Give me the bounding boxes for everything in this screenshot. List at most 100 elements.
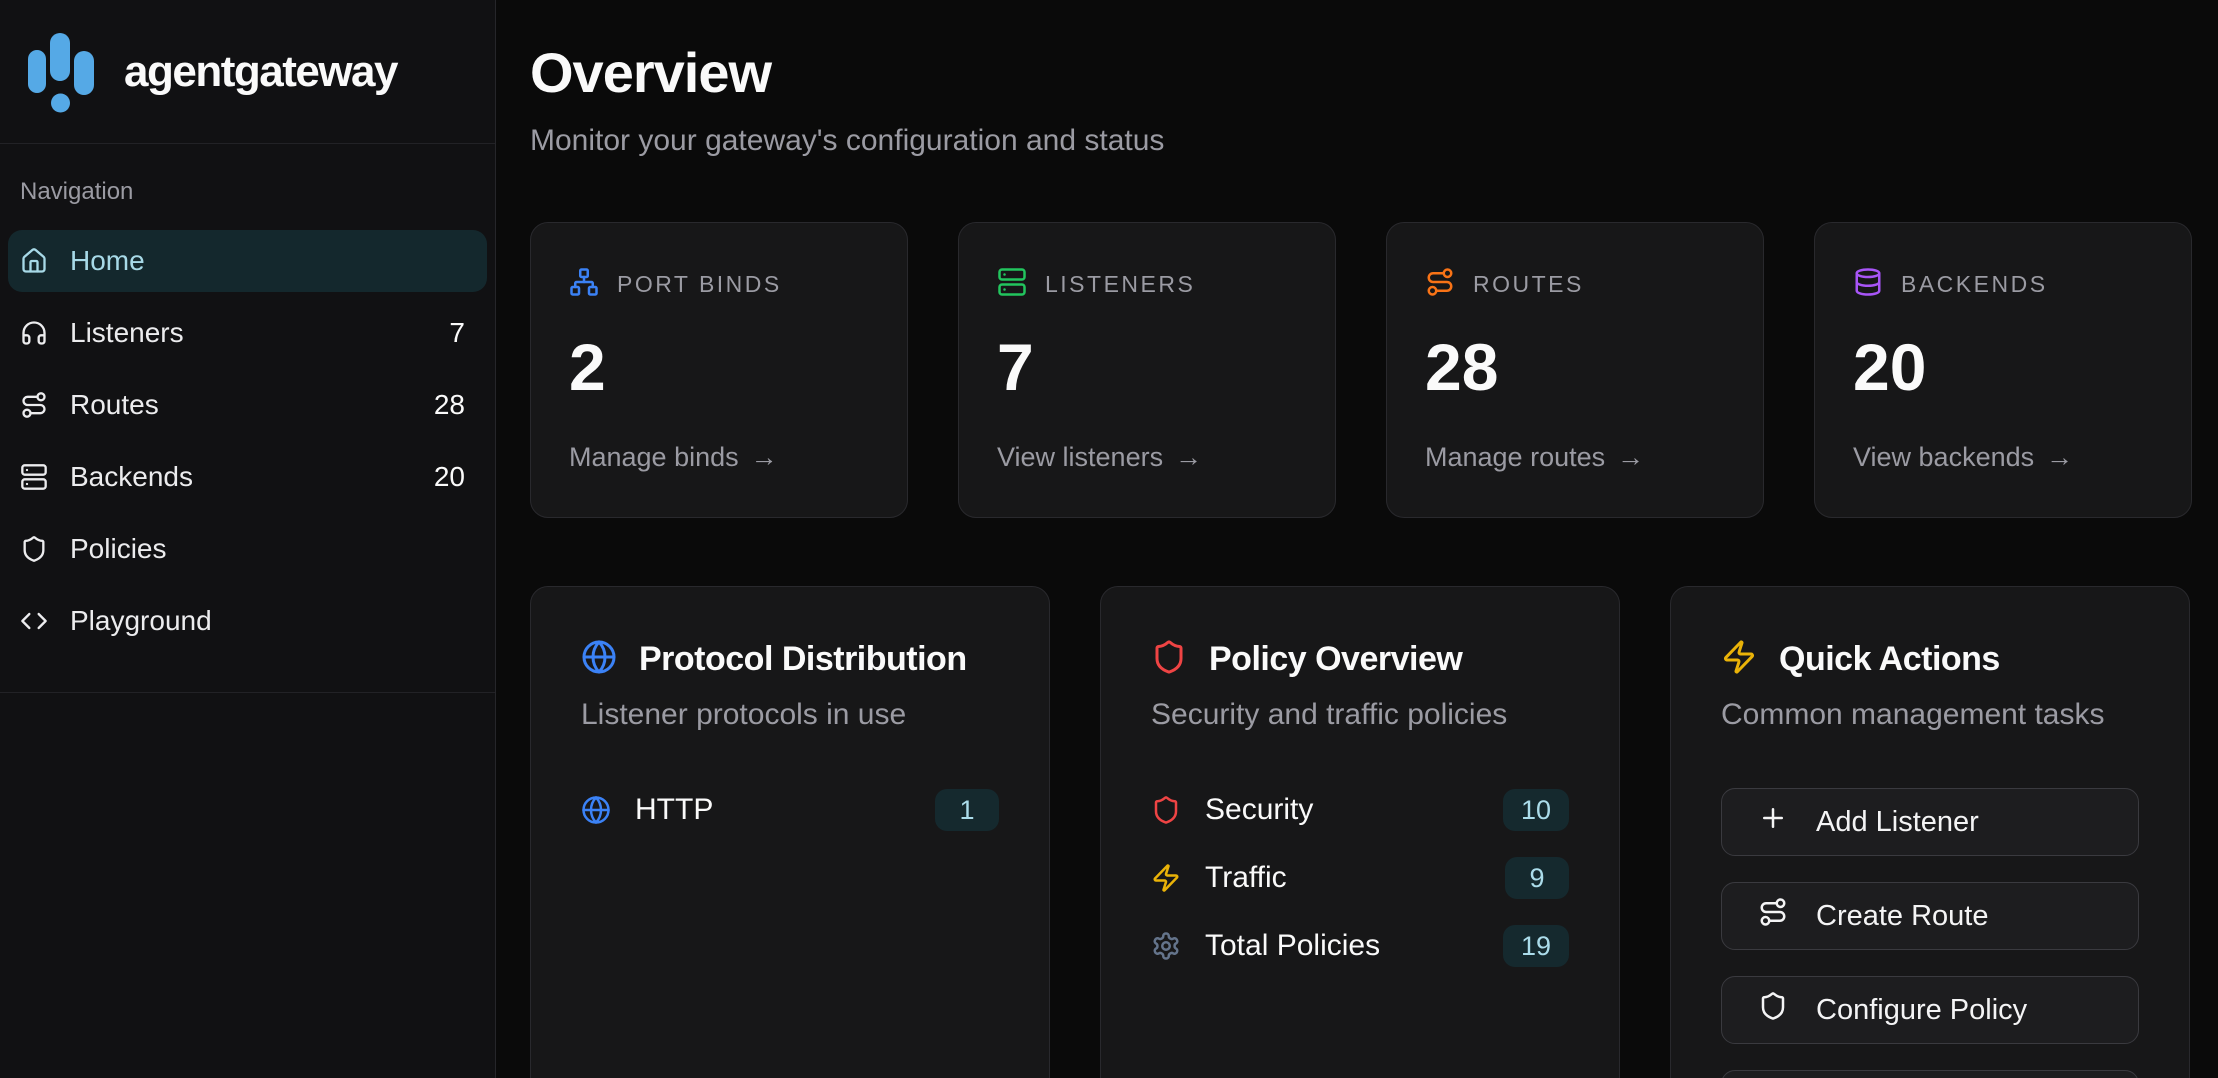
quick-action-button-partial[interactable] [1721,1070,2139,1078]
protocol-label: HTTP [635,793,713,827]
view-backends-link[interactable]: View backends → [1853,442,2153,473]
stat-card-routes: ROUTES 28 Manage routes → [1386,222,1764,518]
stat-value: 20 [1853,334,2153,400]
sidebar-nav: Navigation Home Listeners [0,144,495,693]
panel-subtitle: Listener protocols in use [581,698,999,732]
shield-icon [20,535,48,563]
shield-icon [1151,639,1187,680]
server-icon [20,463,48,491]
sidebar-item-label: Policies [70,533,166,565]
panel-header: Quick Actions [1721,639,2139,680]
main-content: Overview Monitor your gateway's configur… [496,0,2218,1078]
policy-list: Security 10 Traffic 9 [1151,788,1569,968]
sidebar-item-routes[interactable]: Routes 28 [8,374,487,436]
stat-link-label: View backends [1853,442,2034,473]
arrow-right-icon: → [751,442,778,473]
sidebar: agentgateway Navigation Home [0,0,496,1078]
manage-binds-link[interactable]: Manage binds → [569,442,869,473]
stat-card-header: ROUTES [1425,267,1725,302]
stat-link-label: View listeners [997,442,1163,473]
stat-value: 28 [1425,334,1725,400]
stat-card-header: LISTENERS [997,267,1297,302]
stat-card-listeners: LISTENERS 7 View listeners → [958,222,1336,518]
page-subtitle: Monitor your gateway's configuration and… [530,124,2218,158]
panel-title: Protocol Distribution [639,640,967,679]
network-icon [569,267,599,302]
stat-value: 7 [997,334,1297,400]
count-badge: 9 [1505,857,1569,899]
agentgateway-logo-icon [28,33,96,113]
sidebar-item-policies[interactable]: Policies [8,518,487,580]
quick-action-label: Configure Policy [1816,994,2027,1027]
protocol-row-http: HTTP 1 [581,788,999,832]
panels-row: Protocol Distribution Listener protocols… [530,586,2190,1078]
quick-actions-panel: Quick Actions Common management tasks Ad… [1670,586,2190,1078]
policy-overview-panel: Policy Overview Security and traffic pol… [1100,586,1620,1078]
sidebar-item-label: Playground [70,605,212,637]
stat-label: ROUTES [1473,271,1584,298]
stat-card-header: PORT BINDS [569,267,869,302]
view-listeners-link[interactable]: View listeners → [997,442,1297,473]
route-icon [20,391,48,419]
protocol-list: HTTP 1 [581,788,999,832]
add-listener-button[interactable]: Add Listener [1721,788,2139,856]
policy-label: Traffic [1205,861,1287,895]
quick-action-label: Add Listener [1816,806,1979,839]
stat-value: 2 [569,334,869,400]
panel-title: Quick Actions [1779,640,2000,679]
plus-icon [1758,803,1788,841]
quick-action-label: Create Route [1816,900,1989,933]
globe-icon [581,639,617,680]
server-icon [997,267,1027,302]
headphones-icon [20,319,48,347]
home-icon [20,247,48,275]
zap-icon [1151,863,1181,893]
nav-section-label: Navigation [8,178,487,206]
stats-row: PORT BINDS 2 Manage binds → [530,222,2192,518]
app-screen: agentgateway Navigation Home [0,0,2218,1078]
sidebar-item-home[interactable]: Home [8,230,487,292]
arrow-right-icon: → [1617,442,1644,473]
policy-label: Total Policies [1205,929,1380,963]
manage-routes-link[interactable]: Manage routes → [1425,442,1725,473]
sidebar-item-count: 7 [449,317,465,349]
stat-card-backends: BACKENDS 20 View backends → [1814,222,2192,518]
sidebar-item-listeners[interactable]: Listeners 7 [8,302,487,364]
page-title: Overview [530,42,2218,104]
sidebar-item-backends[interactable]: Backends 20 [8,446,487,508]
app-logo: agentgateway [0,0,495,144]
configure-policy-button[interactable]: Configure Policy [1721,976,2139,1044]
stat-card-header: BACKENDS [1853,267,2153,302]
sidebar-item-playground[interactable]: Playground [8,590,487,652]
sidebar-item-label: Backends [70,461,193,493]
policy-row-total: Total Policies 19 [1151,924,1569,968]
stat-label: BACKENDS [1901,271,2048,298]
count-badge: 19 [1503,925,1569,967]
stat-link-label: Manage binds [569,442,739,473]
panel-title: Policy Overview [1209,640,1462,679]
sidebar-item-label: Listeners [70,317,184,349]
count-badge: 10 [1503,789,1569,831]
arrow-right-icon: → [1175,442,1202,473]
shield-icon [1758,991,1788,1029]
route-icon [1758,897,1788,935]
policy-label: Security [1205,793,1313,827]
sidebar-item-label: Routes [70,389,159,421]
route-icon [1425,267,1455,302]
policy-row-traffic: Traffic 9 [1151,856,1569,900]
sidebar-item-label: Home [70,245,145,277]
panel-header: Policy Overview [1151,639,1569,680]
panel-subtitle: Security and traffic policies [1151,698,1569,732]
database-icon [1853,267,1883,302]
globe-icon [581,795,611,825]
sidebar-item-count: 20 [434,461,465,493]
stat-label: PORT BINDS [617,271,782,298]
stat-link-label: Manage routes [1425,442,1605,473]
create-route-button[interactable]: Create Route [1721,882,2139,950]
gear-icon [1151,931,1181,961]
protocol-distribution-panel: Protocol Distribution Listener protocols… [530,586,1050,1078]
stat-card-port-binds: PORT BINDS 2 Manage binds → [530,222,908,518]
count-badge: 1 [935,789,999,831]
arrow-right-icon: → [2046,442,2073,473]
app-title: agentgateway [124,47,397,97]
